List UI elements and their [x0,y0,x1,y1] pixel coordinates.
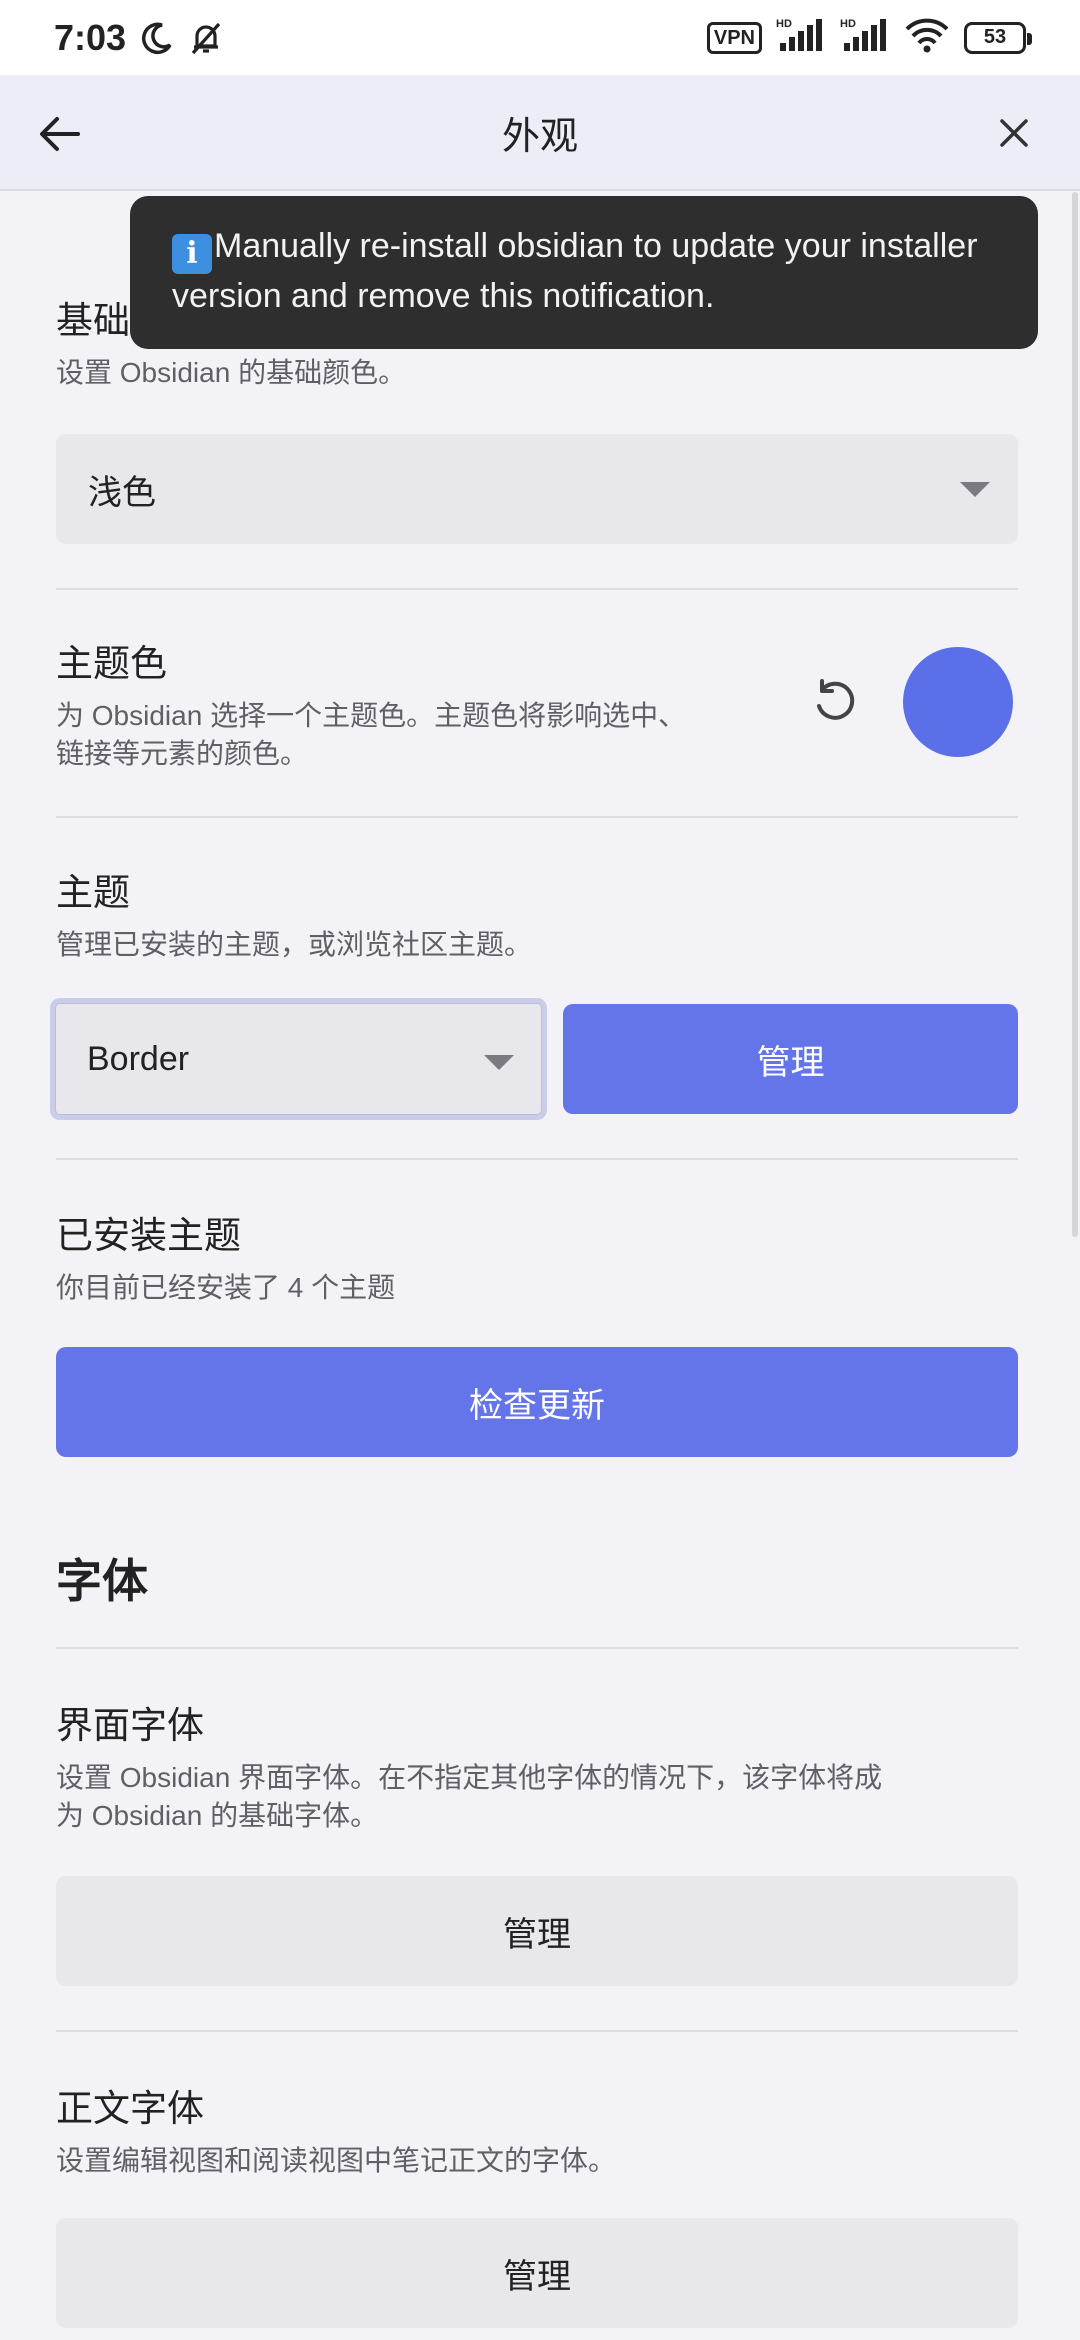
check-updates-button[interactable]: 检查更新 [56,1347,1018,1457]
status-time: 7:03 [54,16,127,58]
chevron-down-icon [484,1055,514,1070]
setting-name: 正文字体 [56,2088,204,2129]
setting-desc: 管理已安装的主题，或浏览社区主题。 [56,929,533,960]
setting-theme: 主题 管理已安装的主题，或浏览社区主题。 [56,862,532,964]
divider [56,588,1018,590]
setting-desc-line: 为 Obsidian 选择一个主题色。主题色将影响选中、 [56,700,687,731]
setting-accent-color: 主题色 为 Obsidian 选择一个主题色。主题色将影响选中、 链接等元素的颜… [56,633,776,773]
divider [56,1158,1018,1160]
setting-desc: 为 Obsidian 选择一个主题色。主题色将影响选中、 链接等元素的颜色。 [56,697,776,773]
setting-desc: 设置编辑视图和阅读视图中笔记正文的字体。 [56,2145,617,2176]
moon-icon [140,21,174,55]
setting-desc-line: 链接等元素的颜色。 [56,738,309,769]
accent-color-swatch[interactable] [903,647,1013,757]
setting-name: 主题 [56,872,130,913]
dropdown-value: 浅色 [88,473,156,512]
divider [56,1647,1018,1649]
status-bar: 7:03 VPN HD HD 53 [0,0,1080,75]
setting-installed-themes: 已安装主题 你目前已经安装了 4 个主题 [56,1205,395,1307]
chevron-down-icon [960,482,990,497]
setting-desc: 你目前已经安装了 4 个主题 [56,1272,396,1303]
scrollbar[interactable] [1072,192,1078,1237]
bell-muted-icon [188,20,224,56]
vpn-badge: VPN [706,21,762,54]
setting-desc: 设置 Obsidian 的基础颜色。 [56,357,407,388]
manage-themes-button[interactable]: 管理 [563,1004,1018,1114]
signal-icon-1: HD [776,17,826,58]
dropdown-value: Border [87,1039,190,1078]
setting-desc: 设置 Obsidian 界面字体。在不指定其他字体的情况下，该字体将成 为 Ob… [56,1759,1018,1835]
header-bar: 外观 [0,75,1080,191]
wifi-icon [904,17,950,58]
svg-text:HD: HD [840,18,856,30]
manage-text-font-button[interactable]: 管理 [56,2218,1018,2328]
close-icon [1000,119,1028,147]
status-right: VPN HD HD 53 [706,17,1032,58]
setting-name: 界面字体 [56,1705,204,1746]
setting-name: 主题色 [56,643,167,684]
notification-toast[interactable]: i Manually re-install obsidian to update … [130,196,1038,349]
theme-dropdown[interactable]: Border [50,998,547,1120]
reset-accent-button[interactable] [806,672,866,732]
setting-desc-line: 设置 Obsidian 界面字体。在不指定其他字体的情况下，该字体将成 [56,1762,883,1793]
divider [56,816,1018,818]
setting-interface-font: 界面字体 设置 Obsidian 界面字体。在不指定其他字体的情况下，该字体将成… [56,1695,1018,1835]
battery-indicator: 53 [964,21,1032,54]
page-title: 外观 [501,116,578,158]
svg-text:HD: HD [776,18,792,30]
setting-desc-line: 为 Obsidian 的基础字体。 [56,1800,379,1831]
setting-text-font: 正文字体 设置编辑视图和阅读视图中笔记正文的字体。 [56,2078,1018,2180]
status-left: 7:03 [54,17,224,59]
manage-interface-font-button[interactable]: 管理 [56,1876,1018,1986]
close-button[interactable] [990,109,1038,157]
reset-icon [817,679,855,720]
divider [56,2030,1018,2032]
toast-message: Manually re-install obsidian to update y… [172,227,978,315]
signal-icon-2: HD [840,17,890,58]
setting-name: 已安装主题 [56,1215,241,1256]
info-icon: i [172,233,212,274]
base-color-dropdown[interactable]: 浅色 [56,434,1018,544]
section-heading-fonts: 字体 [56,1555,148,1607]
